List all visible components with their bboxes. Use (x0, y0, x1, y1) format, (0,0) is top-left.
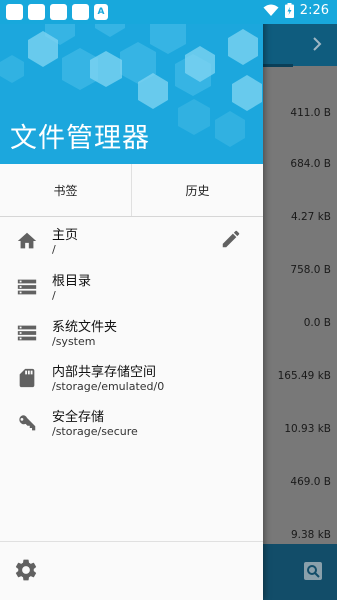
item-title: 安全存储 (52, 410, 105, 425)
status-bar: A 2:26 (0, 0, 337, 24)
file-size: 758.0 B (290, 264, 331, 276)
tab-label: 历史 (185, 183, 210, 198)
app-a-icon: A (94, 4, 108, 20)
tab-indicator (263, 64, 293, 67)
file-size: 165.49 kB (277, 370, 331, 382)
item-title: 根目录 (52, 274, 92, 289)
background-file-list: 411.0 B 684.0 B 4.27 kB 758.0 B 0.0 B 16… (263, 24, 337, 600)
item-path: / (52, 289, 56, 302)
app-title: 文件管理器 (10, 123, 150, 154)
item-path: /storage/secure (52, 425, 138, 438)
item-path: /system (52, 335, 96, 348)
divider (0, 541, 263, 542)
background-bottom-bar (263, 544, 337, 600)
item-title: 系统文件夹 (52, 320, 118, 335)
chevron-right-icon[interactable] (307, 34, 327, 54)
tab-bookmarks[interactable]: 书签 (0, 164, 131, 216)
file-size: 4.27 kB (290, 211, 331, 223)
notification-icons: A (6, 4, 108, 20)
file-size: 0.0 B (303, 317, 331, 329)
battery-icon (284, 3, 294, 18)
item-title: 内部共享存储空间 (52, 365, 157, 380)
notification-icon (28, 4, 45, 20)
app-a-letter: A (97, 7, 105, 17)
drawer-item-internal-storage[interactable]: 内部共享存储空间 /storage/emulated/0 (0, 355, 263, 401)
drawer-item-system[interactable]: 系统文件夹 /system (0, 310, 263, 356)
file-size: 411.0 B (290, 107, 331, 119)
search-icon[interactable] (303, 561, 323, 581)
pencil-icon[interactable] (220, 228, 242, 250)
notification-icon (72, 4, 89, 20)
key-icon (19, 415, 36, 431)
sd-card-icon (19, 368, 35, 388)
drawer-tabs: 书签 历史 (0, 164, 263, 217)
status-right: 2:26 (263, 3, 329, 18)
file-size: 684.0 B (290, 158, 331, 170)
notification-icon (50, 4, 67, 20)
drawer-header: 文件管理器 (0, 0, 263, 164)
notification-icon (6, 4, 23, 20)
item-path: /storage/emulated/0 (52, 380, 165, 393)
tab-label: 书签 (53, 183, 78, 198)
drawer-item-secure-storage[interactable]: 安全存储 /storage/secure (0, 400, 263, 446)
storage-icon (17, 325, 37, 341)
wifi-icon (263, 4, 279, 16)
gear-icon[interactable] (13, 557, 39, 583)
file-size: 9.38 kB (290, 529, 331, 541)
home-icon (17, 232, 37, 249)
background-toolbar (263, 24, 337, 67)
file-size: 10.93 kB (284, 423, 331, 435)
file-size: 469.0 B (290, 476, 331, 488)
status-time: 2:26 (299, 3, 329, 18)
storage-icon (17, 279, 37, 295)
item-path: / (52, 243, 56, 256)
item-title: 主页 (52, 228, 79, 243)
navigation-drawer: 文件管理器 书签 历史 主页 / 根目录 / 系统文件夹 /system 内部共… (0, 0, 263, 600)
tab-history[interactable]: 历史 (131, 164, 263, 216)
drawer-item-root[interactable]: 根目录 / (0, 264, 263, 310)
